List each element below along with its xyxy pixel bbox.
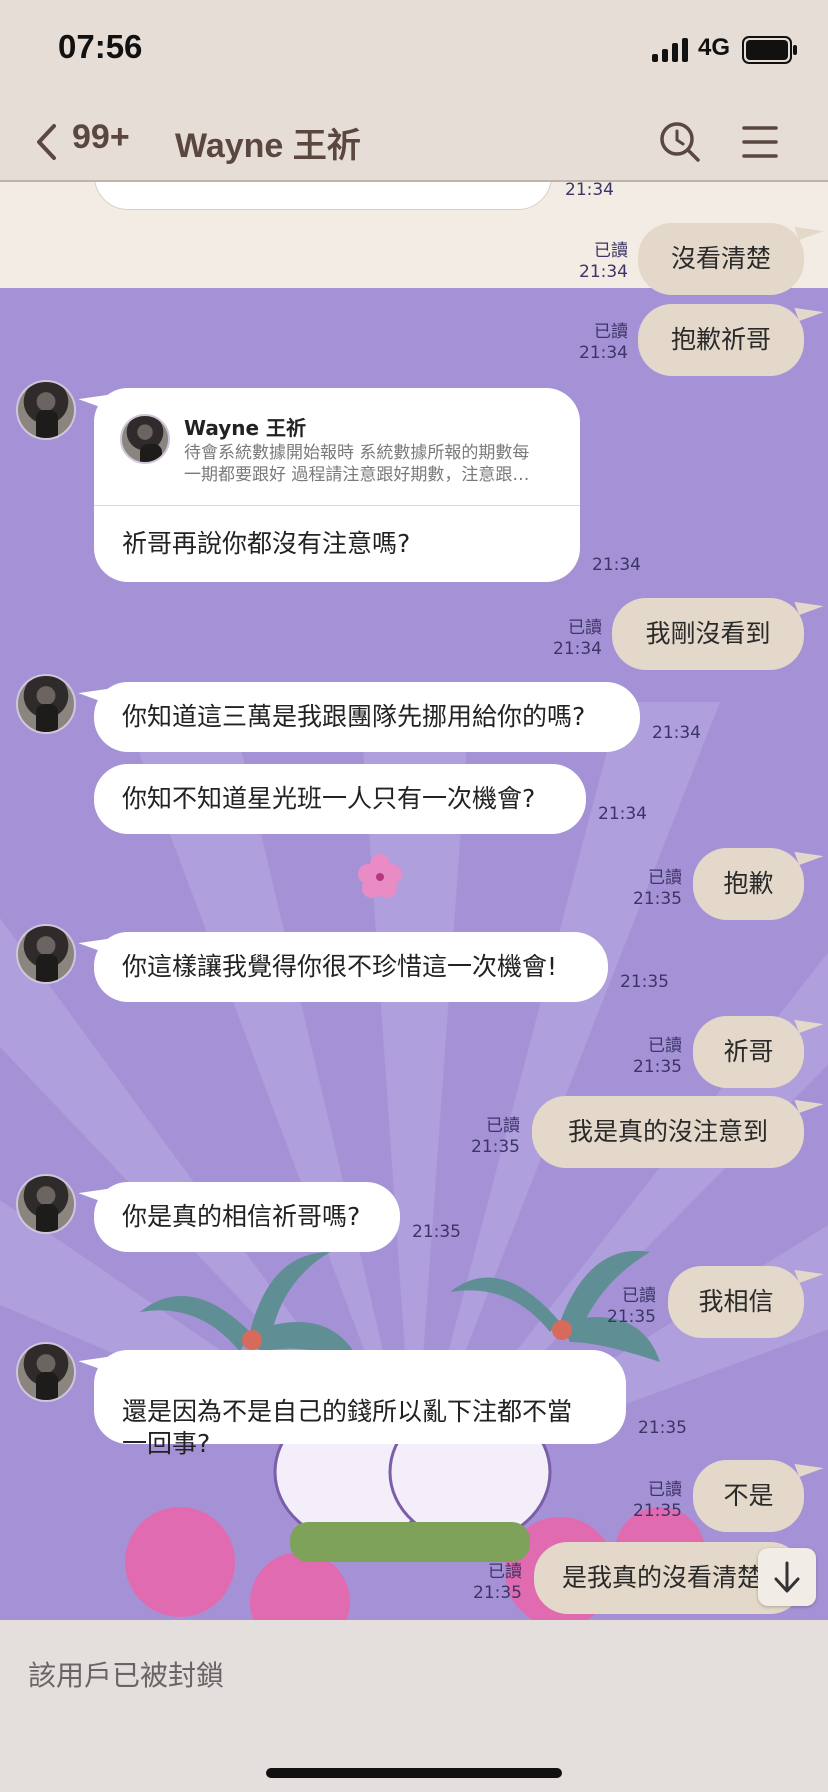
partial-incoming-bubble[interactable] bbox=[94, 182, 552, 210]
message-time: 21:35 bbox=[412, 1222, 461, 1242]
incoming-message[interactable]: 你知道這三萬是我跟團隊先挪用給你的嗎? bbox=[94, 682, 640, 752]
outgoing-message[interactable]: 我剛沒看到 bbox=[612, 598, 804, 670]
message-text: 你這樣讓我覺得你很不珍惜這一次機會! bbox=[122, 952, 558, 981]
status-bar: 07:56 4G bbox=[0, 0, 828, 100]
blocked-notice: 該用戶已被封鎖 bbox=[28, 1659, 225, 1692]
quoted-text: 待會系統數據開始報時 系統數據所報的期數每 一期都要跟好 過程請注意跟好期數，注… bbox=[184, 443, 530, 485]
message-text: 是我真的沒看清楚 bbox=[562, 1563, 763, 1592]
chat-area[interactable]: 21:34 沒看清楚 已讀 21:34 抱歉祈哥 已讀 21:34 Wayne 王祈… bbox=[0, 182, 828, 1620]
outgoing-message[interactable]: 我是真的沒注意到 bbox=[532, 1096, 804, 1168]
quoted-avatar bbox=[120, 414, 170, 464]
incoming-message[interactable]: 你是真的相信祈哥嗎? bbox=[94, 1182, 400, 1252]
back-button[interactable] bbox=[32, 122, 62, 162]
message-text: 沒看清楚 bbox=[670, 244, 771, 273]
read-receipt: 已讀 21:35 bbox=[473, 1562, 522, 1603]
message-text: 你是真的相信祈哥嗎? bbox=[122, 1202, 361, 1231]
read-receipt: 已讀 21:34 bbox=[579, 241, 628, 282]
avatar[interactable] bbox=[16, 924, 76, 984]
incoming-message[interactable]: 你這樣讓我覺得你很不珍惜這一次機會! bbox=[94, 932, 608, 1002]
outgoing-message[interactable]: 我相信 bbox=[668, 1266, 804, 1338]
hibiscus-decoration bbox=[358, 854, 402, 898]
unread-count[interactable]: 99+ bbox=[72, 118, 130, 157]
message-text: 不是 bbox=[723, 1481, 774, 1510]
message-time: 21:34 bbox=[598, 804, 647, 824]
message-time: 21:35 bbox=[620, 972, 669, 992]
chat-title[interactable]: Wayne 王祈 bbox=[175, 118, 361, 167]
message-time: 21:34 bbox=[652, 723, 701, 743]
message-time: 21:35 bbox=[638, 1418, 687, 1438]
message-text: 抱歉祈哥 bbox=[670, 325, 771, 354]
message-text: 抱歉 bbox=[723, 869, 774, 898]
avatar[interactable] bbox=[16, 674, 76, 734]
message-text: 祈哥再說你都沒有注意嗎? bbox=[122, 529, 411, 558]
network-label: 4G bbox=[698, 34, 731, 61]
message-text: 我相信 bbox=[698, 1287, 774, 1316]
read-receipt: 已讀 21:35 bbox=[633, 1480, 682, 1521]
message-text: 我是真的沒注意到 bbox=[567, 1117, 768, 1146]
outgoing-message[interactable]: 祈哥 bbox=[693, 1016, 804, 1088]
outgoing-message[interactable]: 沒看清楚 bbox=[638, 223, 804, 295]
read-receipt: 已讀 21:35 bbox=[633, 868, 682, 909]
outgoing-message[interactable]: 不是 bbox=[693, 1460, 804, 1532]
chat-header: 99+ Wayne 王祈 bbox=[0, 100, 828, 182]
avatar[interactable] bbox=[16, 1174, 76, 1234]
battery-icon bbox=[742, 36, 798, 68]
read-receipt: 已讀 21:35 bbox=[607, 1286, 656, 1327]
blocked-footer: 該用戶已被封鎖 bbox=[0, 1620, 828, 1792]
avatar[interactable] bbox=[16, 1342, 76, 1402]
read-receipt: 已讀 21:34 bbox=[553, 618, 602, 659]
search-icon bbox=[660, 122, 700, 162]
menu-button[interactable] bbox=[740, 124, 780, 160]
status-time: 07:56 bbox=[58, 28, 143, 65]
read-receipt: 已讀 21:35 bbox=[471, 1116, 520, 1157]
quoted-sender: Wayne 王祈 bbox=[184, 416, 307, 440]
divider bbox=[94, 505, 580, 506]
outgoing-message[interactable]: 抱歉 bbox=[693, 848, 804, 920]
outgoing-message[interactable]: 抱歉祈哥 bbox=[638, 304, 804, 376]
message-text: 我剛沒看到 bbox=[645, 619, 771, 648]
message-text: 祈哥 bbox=[723, 1037, 774, 1066]
scroll-to-bottom-button[interactable] bbox=[758, 1548, 816, 1606]
menu-icon bbox=[742, 126, 778, 158]
read-receipt: 已讀 21:34 bbox=[579, 322, 628, 363]
arrow-down-icon bbox=[774, 1561, 800, 1593]
search-button[interactable] bbox=[658, 120, 702, 164]
reply-message[interactable]: Wayne 王祈 待會系統數據開始報時 系統數據所報的期數每 一期都要跟好 過程… bbox=[94, 388, 580, 582]
read-receipt: 已讀 21:35 bbox=[633, 1036, 682, 1077]
message-text: 你知不知道星光班一人只有一次機會? bbox=[122, 784, 536, 813]
incoming-message[interactable]: 還是因為不是自己的錢所以亂下注都不當 一回事? bbox=[94, 1350, 626, 1458]
avatar[interactable] bbox=[16, 380, 76, 440]
message-time: 21:34 bbox=[592, 555, 641, 575]
message-text: 你知道這三萬是我跟團隊先挪用給你的嗎? bbox=[122, 702, 586, 731]
incoming-message[interactable]: 你知不知道星光班一人只有一次機會? bbox=[94, 764, 586, 834]
message-time: 21:34 bbox=[565, 182, 614, 200]
signal-icon bbox=[652, 38, 692, 62]
chevron-left-icon bbox=[37, 124, 56, 160]
home-indicator[interactable] bbox=[266, 1768, 562, 1778]
